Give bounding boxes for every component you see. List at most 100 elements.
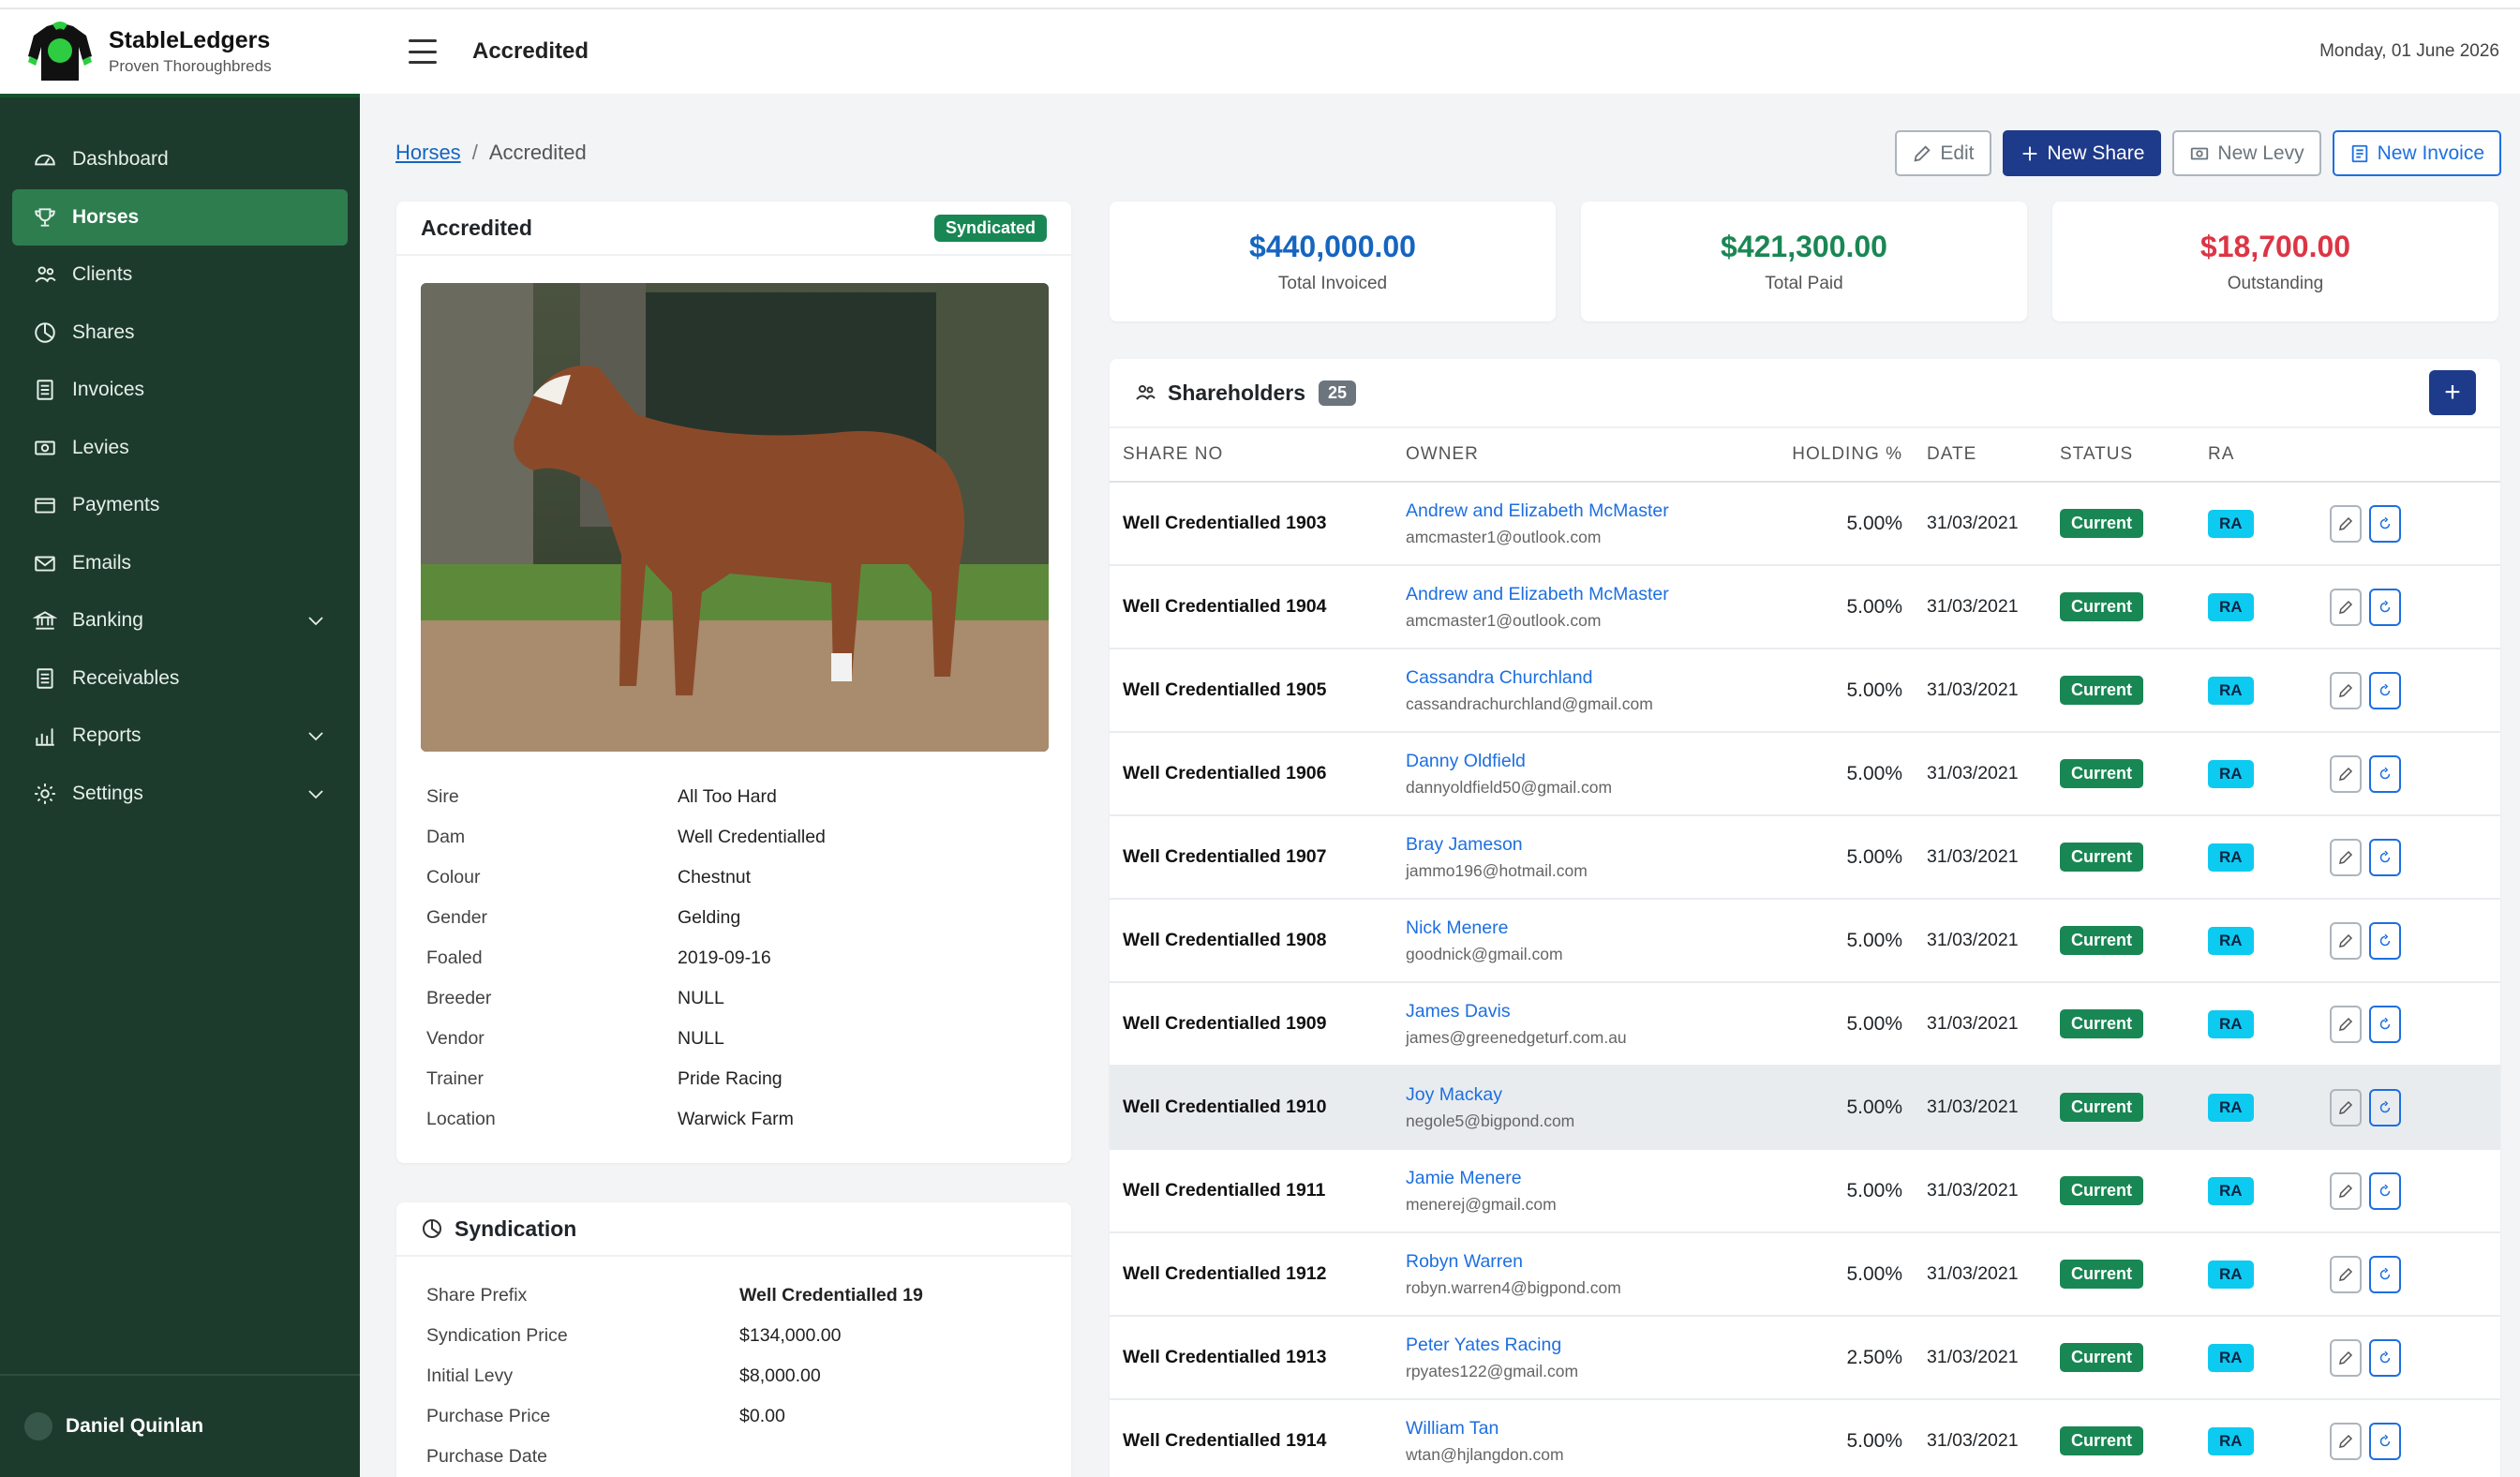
edit-share-button[interactable] (2330, 671, 2362, 709)
new-invoice-button[interactable]: New Invoice (2332, 130, 2501, 176)
table-row[interactable]: Well Credentialled 1910 Joy Mackay negole5… (1110, 1067, 2500, 1150)
new-levy-button[interactable]: New Levy (2172, 130, 2321, 176)
refresh-icon (2379, 850, 2391, 862)
transfer-share-button[interactable] (2369, 921, 2401, 960)
column-header[interactable]: SHARE NO (1110, 444, 1406, 465)
refresh-icon (2379, 767, 2391, 779)
transfer-share-button[interactable] (2369, 1255, 2401, 1293)
table-row[interactable]: Well Credentialled 1903 Andrew and Elizab… (1110, 483, 2500, 566)
sidebar-item-reports[interactable]: Reports (12, 708, 348, 764)
edit-share-button[interactable] (2330, 1005, 2362, 1043)
table-row[interactable]: Well Credentialled 1905 Cassandra Churchl… (1110, 649, 2500, 733)
sidebar-item-payments[interactable]: Payments (12, 477, 348, 533)
sidebar-item-emails[interactable]: Emails (12, 535, 348, 591)
edit-share-button[interactable] (2330, 754, 2362, 793)
sidebar-item-receivables[interactable]: Receivables (12, 650, 348, 707)
transfer-share-button[interactable] (2369, 1338, 2401, 1377)
edit-share-button[interactable] (2330, 1088, 2362, 1126)
transfer-share-button[interactable] (2369, 671, 2401, 709)
owner-link[interactable]: Cassandra Churchland (1406, 667, 1781, 689)
owner-link[interactable]: Robyn Warren (1406, 1251, 1781, 1273)
owner-link[interactable]: Bray Jameson (1406, 834, 1781, 856)
sidebar-item-clients[interactable]: Clients (12, 246, 348, 303)
table-row[interactable]: Well Credentialled 1913 Peter Yates Racin… (1110, 1317, 2500, 1400)
column-header[interactable]: OWNER (1406, 444, 1781, 465)
chevron-down-icon[interactable] (305, 609, 327, 632)
chevron-down-icon[interactable] (305, 724, 327, 747)
transfer-share-button[interactable] (2369, 1171, 2401, 1210)
column-header[interactable]: RA (2208, 444, 2330, 465)
ra-cell: RA (2208, 509, 2330, 538)
owner-link[interactable]: Jamie Menere (1406, 1168, 1781, 1189)
table-row[interactable]: Well Credentialled 1906 Danny Oldfield dan… (1110, 733, 2500, 816)
detail-value: Pride Racing (678, 1068, 783, 1089)
new-share-button[interactable]: New Share (2002, 130, 2162, 176)
brand[interactable]: StableLedgers Proven Thoroughbreds (0, 9, 360, 94)
owner-link[interactable]: Danny Oldfield (1406, 751, 1781, 772)
owner-link[interactable]: Joy Mackay (1406, 1084, 1781, 1106)
owner-email: wtan@hjlangdon.com (1406, 1444, 1564, 1464)
sidebar-item-settings[interactable]: Settings (12, 766, 348, 822)
owner-link[interactable]: Andrew and Elizabeth McMaster (1406, 500, 1781, 522)
edit-share-button[interactable] (2330, 838, 2362, 876)
edit-share-button[interactable] (2330, 1255, 2362, 1293)
edit-share-button[interactable] (2330, 588, 2362, 626)
add-shareholder-button[interactable]: + (2429, 370, 2476, 415)
sidebar-item-levies[interactable]: Levies (12, 420, 348, 476)
bar-chart-icon (36, 728, 54, 746)
table-row[interactable]: Well Credentialled 1909 James Davis james@… (1110, 983, 2500, 1067)
sidebar-item-horses[interactable]: Horses (12, 188, 348, 246)
owner-link[interactable]: William Tan (1406, 1418, 1781, 1440)
row-actions (2330, 1338, 2500, 1377)
share-date: 31/03/2021 (1927, 1263, 2019, 1284)
owner-link[interactable]: James Davis (1406, 1001, 1781, 1022)
user-profile[interactable]: Daniel Quinlan (0, 1374, 360, 1477)
column-header[interactable]: STATUS (2060, 444, 2208, 465)
table-row[interactable]: Well Credentialled 1912 Robyn Warren robyn… (1110, 1233, 2500, 1317)
sidebar-item-dashboard[interactable]: Dashboard (12, 131, 348, 187)
chevron-down-icon[interactable] (305, 783, 327, 805)
detail-label: Gender (426, 907, 488, 928)
breadcrumb-horses-link[interactable]: Horses (395, 141, 461, 164)
holding-percent: 5.00% (1846, 1179, 1902, 1201)
transfer-share-button[interactable] (2369, 838, 2401, 876)
transfer-share-button[interactable] (2369, 588, 2401, 626)
transfer-share-button[interactable] (2369, 504, 2401, 543)
column-header[interactable]: HOLDING % (1781, 444, 1902, 465)
owner-link[interactable]: Nick Menere (1406, 918, 1781, 939)
horse-photo (421, 283, 1049, 752)
edit-share-button[interactable] (2330, 1171, 2362, 1210)
transfer-share-button[interactable] (2369, 754, 2401, 793)
owner-email: amcmaster1@outlook.com (1406, 610, 1602, 630)
table-row[interactable]: Well Credentialled 1914 William Tan wtan@h… (1110, 1400, 2500, 1477)
share-no: Well Credentialled 1910 (1123, 1097, 1327, 1117)
sidebar-item-shares[interactable]: Shares (12, 305, 348, 361)
sidebar-item-banking[interactable]: Banking (12, 592, 348, 649)
status-badge: Current (2060, 1093, 2144, 1122)
sidebar-item-invoices[interactable]: Invoices (12, 362, 348, 418)
breadcrumb-separator: / (471, 141, 478, 164)
transfer-share-button[interactable] (2369, 1088, 2401, 1126)
table-row[interactable]: Well Credentialled 1908 Nick Menere goodni… (1110, 900, 2500, 983)
owner-link[interactable]: Andrew and Elizabeth McMaster (1406, 584, 1781, 605)
share-no: Well Credentialled 1909 (1123, 1013, 1327, 1034)
transfer-share-button[interactable] (2369, 1422, 2401, 1460)
owner-link[interactable]: Peter Yates Racing (1406, 1335, 1781, 1356)
row-actions (2330, 1088, 2500, 1126)
table-row[interactable]: Well Credentialled 1911 Jamie Menere mener… (1110, 1150, 2500, 1233)
menu-toggle-icon[interactable] (409, 39, 437, 64)
edit-share-button[interactable] (2330, 504, 2362, 543)
table-row[interactable]: Well Credentialled 1904 Andrew and Elizab… (1110, 566, 2500, 649)
status-cell: Current (2060, 1093, 2208, 1122)
table-row[interactable]: Well Credentialled 1907 Bray Jameson jammo… (1110, 816, 2500, 900)
transfer-share-button[interactable] (2369, 1005, 2401, 1043)
sidebar-item-label: Horses (72, 205, 140, 228)
column-header[interactable]: DATE (1902, 444, 2060, 465)
edit-share-button[interactable] (2330, 1338, 2362, 1377)
edit-share-button[interactable] (2330, 921, 2362, 960)
row-actions (2330, 671, 2500, 709)
edit-share-button[interactable] (2330, 1422, 2362, 1460)
holding-percent: 5.00% (1846, 679, 1902, 701)
detail-label: Sire (426, 786, 459, 807)
edit-button[interactable]: Edit (1895, 130, 1991, 176)
